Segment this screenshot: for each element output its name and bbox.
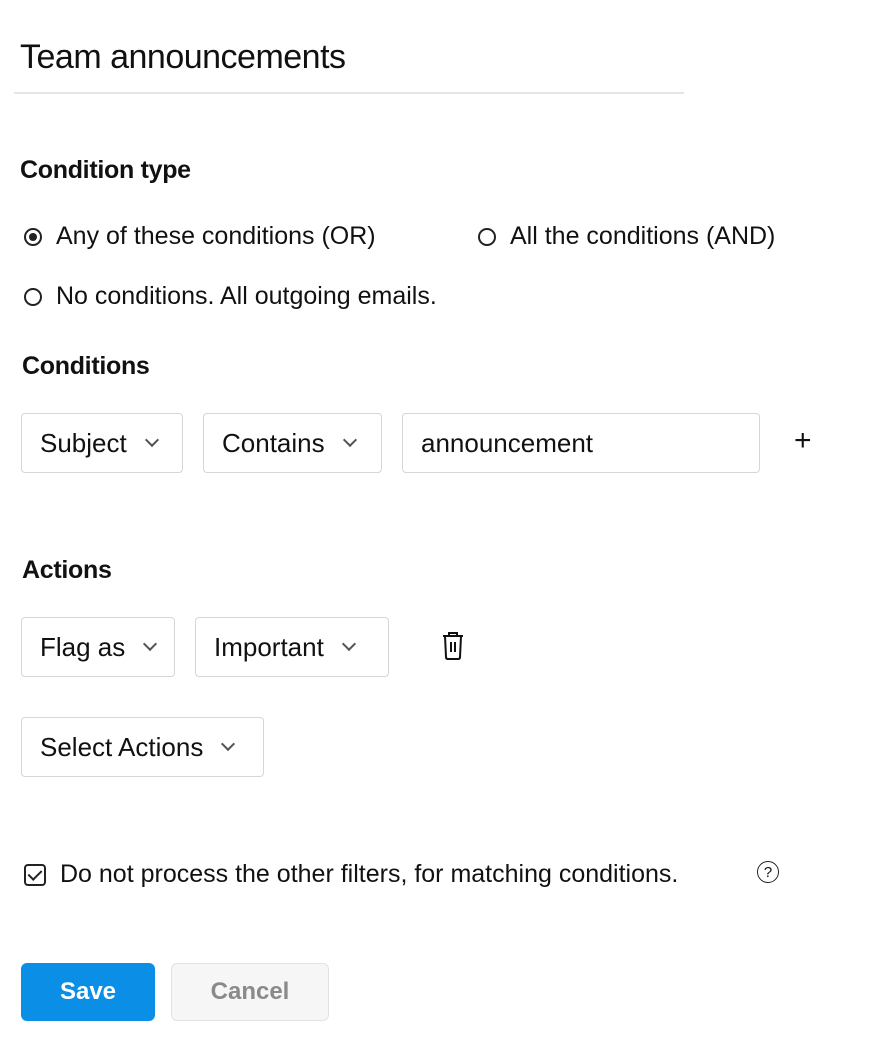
actions-heading: Actions — [22, 556, 112, 584]
action-value-text: Important — [214, 631, 324, 662]
chevron-down-icon — [221, 736, 236, 752]
conditions-heading: Conditions — [22, 352, 150, 380]
filter-name[interactable]: Team announcements — [20, 38, 346, 77]
checkbox-checked-icon[interactable] — [24, 863, 46, 886]
radio-selected-icon[interactable] — [24, 227, 42, 246]
condition-value-text: announcement — [421, 427, 594, 458]
condition-operator-value: Contains — [222, 427, 325, 458]
condition-value-input[interactable]: announcement — [402, 413, 760, 473]
radio-unselected-icon[interactable] — [24, 287, 42, 306]
radio-unselected-icon[interactable] — [478, 227, 496, 246]
action-type-select[interactable]: Flag as — [21, 617, 175, 677]
stop-processing-checkbox-row[interactable]: Do not process the other filters, for ma… — [24, 860, 678, 889]
chevron-down-icon — [342, 432, 357, 448]
radio-all-conditions[interactable]: All the conditions (AND) — [478, 222, 775, 251]
cancel-button[interactable]: Cancel — [171, 963, 329, 1021]
plus-icon[interactable]: + — [794, 424, 812, 457]
action-value-select[interactable]: Important — [195, 617, 389, 677]
condition-type-heading: Condition type — [20, 156, 191, 184]
filter-name-underline — [14, 92, 684, 94]
chevron-down-icon — [144, 432, 159, 448]
chevron-down-icon — [341, 636, 356, 652]
radio-label: Any of these conditions (OR) — [56, 222, 376, 250]
add-condition-button[interactable]: + — [794, 424, 812, 458]
chevron-down-icon — [143, 636, 158, 652]
select-actions-placeholder: Select Actions — [40, 731, 204, 762]
condition-field-select[interactable]: Subject — [21, 413, 183, 473]
select-actions-dropdown[interactable]: Select Actions — [21, 717, 264, 777]
condition-operator-select[interactable]: Contains — [203, 413, 382, 473]
trash-icon[interactable] — [441, 631, 465, 661]
action-type-value: Flag as — [40, 631, 126, 662]
radio-label: All the conditions (AND) — [510, 222, 776, 250]
condition-field-value: Subject — [40, 427, 127, 458]
radio-any-conditions[interactable]: Any of these conditions (OR) — [24, 222, 376, 251]
radio-label: No conditions. All outgoing emails. — [56, 282, 437, 310]
stop-processing-label: Do not process the other filters, for ma… — [60, 860, 679, 888]
radio-no-conditions[interactable]: No conditions. All outgoing emails. — [24, 282, 437, 311]
question-circle-icon[interactable]: ? — [757, 861, 779, 883]
delete-action-button[interactable] — [441, 631, 465, 666]
save-button[interactable]: Save — [21, 963, 155, 1021]
